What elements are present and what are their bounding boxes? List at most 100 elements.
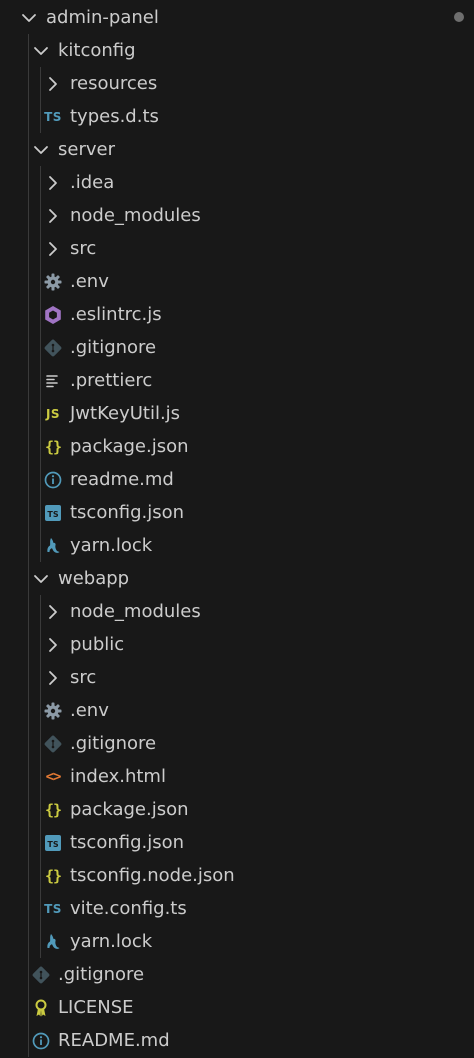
file-tsconfig-node-json[interactable]: {} tsconfig.node.json [0, 859, 474, 892]
indent-guide [28, 463, 29, 496]
indent-guide [28, 265, 29, 298]
indent-guide [28, 727, 29, 760]
folder-label: src [70, 667, 97, 688]
file-gitignore[interactable]: .gitignore [0, 958, 474, 991]
file-label: README.md [58, 1030, 170, 1051]
indent-guide [28, 100, 29, 133]
file-gitignore[interactable]: .gitignore [0, 727, 474, 760]
folder-label: resources [70, 73, 158, 94]
file-gitignore[interactable]: .gitignore [0, 331, 474, 364]
indent-guide [40, 199, 41, 232]
file-readme-md[interactable]: readme.md [0, 463, 474, 496]
folder-kitconfig[interactable]: kitconfig [0, 34, 474, 67]
folder-label: admin-panel [46, 7, 159, 28]
html-icon: <> [45, 768, 62, 785]
folder-idea[interactable]: .idea [0, 166, 474, 199]
yarn-icon [42, 535, 64, 557]
folder-webapp[interactable]: webapp [0, 562, 474, 595]
folder-src[interactable]: src [0, 661, 474, 694]
git-icon [42, 733, 64, 755]
tsconfig-icon: TS [42, 832, 64, 854]
folder-server[interactable]: server [0, 133, 474, 166]
file-label: readme.md [70, 469, 174, 490]
file-label: vite.config.ts [70, 898, 187, 919]
chevron-right-icon[interactable] [42, 73, 64, 95]
svg-text:TS: TS [47, 510, 58, 519]
indent-guide [40, 67, 41, 100]
license-icon [30, 997, 52, 1019]
javascript-icon: JS [45, 406, 61, 421]
indent-guide [28, 793, 29, 826]
chevron-down-icon[interactable] [30, 40, 52, 62]
file-env[interactable]: .env [0, 265, 474, 298]
indent-guide [40, 859, 41, 892]
file-tsconfig-json[interactable]: TS tsconfig.json [0, 826, 474, 859]
indent-guide [28, 496, 29, 529]
folder-admin-panel[interactable]: admin-panel [0, 1, 474, 34]
folder-node-modules[interactable]: node_modules [0, 595, 474, 628]
chevron-right-icon[interactable] [42, 634, 64, 656]
indent-guide [28, 34, 29, 67]
file-readme-md[interactable]: README.md [0, 1024, 474, 1057]
file-label: .gitignore [70, 337, 157, 358]
indent-guide [28, 166, 29, 199]
indent-guide [40, 529, 41, 562]
file-package-json[interactable]: {} package.json [0, 430, 474, 463]
file-label: package.json [70, 436, 189, 457]
chevron-down-icon[interactable] [30, 568, 52, 590]
indent-guide [28, 199, 29, 232]
file-jwtkeyutil-js[interactable]: JS JwtKeyUtil.js [0, 397, 474, 430]
file-yarn-lock[interactable]: yarn.lock [0, 529, 474, 562]
folder-src[interactable]: src [0, 232, 474, 265]
file-label: .gitignore [58, 964, 145, 985]
folder-public[interactable]: public [0, 628, 474, 661]
gear-icon [42, 271, 64, 293]
folder-resources[interactable]: resources [0, 67, 474, 100]
chevron-right-icon[interactable] [42, 667, 64, 689]
indent-guide [40, 892, 41, 925]
indent-guide [28, 232, 29, 265]
file-package-json[interactable]: {} package.json [0, 793, 474, 826]
chevron-right-icon[interactable] [42, 601, 64, 623]
chevron-down-icon[interactable] [18, 7, 40, 29]
indent-guide [28, 67, 29, 100]
indent-guide [40, 628, 41, 661]
folder-label: webapp [58, 568, 130, 589]
folder-label: public [70, 634, 125, 655]
indent-guide [40, 496, 41, 529]
indent-guide [28, 529, 29, 562]
indent-guide [40, 727, 41, 760]
indent-guide [40, 694, 41, 727]
indent-guide [28, 694, 29, 727]
file-prettierc[interactable]: .prettierc [0, 364, 474, 397]
folder-node-modules[interactable]: node_modules [0, 199, 474, 232]
indent-guide [40, 397, 41, 430]
chevron-right-icon[interactable] [42, 172, 64, 194]
file-yarn-lock[interactable]: yarn.lock [0, 925, 474, 958]
chevron-down-icon[interactable] [30, 139, 52, 161]
indent-guide [28, 1024, 29, 1057]
indent-guide [40, 430, 41, 463]
indent-guide [40, 265, 41, 298]
file-eslintrc-js[interactable]: .eslintrc.js [0, 298, 474, 331]
chevron-right-icon[interactable] [42, 205, 64, 227]
indent-guide [40, 760, 41, 793]
json-icon: {} [44, 437, 62, 456]
indent-guide [28, 364, 29, 397]
file-label: yarn.lock [70, 931, 153, 952]
file-label: .gitignore [70, 733, 157, 754]
info-icon [30, 1030, 52, 1052]
file-types-d-ts[interactable]: TS types.d.ts [0, 100, 474, 133]
file-tsconfig-json[interactable]: TS tsconfig.json [0, 496, 474, 529]
typescript-icon: TS [44, 109, 62, 124]
indent-guide [28, 991, 29, 1024]
file-vite-config-ts[interactable]: TS vite.config.ts [0, 892, 474, 925]
indent-guide [28, 958, 29, 991]
file-label: tsconfig.node.json [70, 865, 235, 886]
file-license[interactable]: LICENSE [0, 991, 474, 1024]
chevron-right-icon[interactable] [42, 238, 64, 260]
file-env[interactable]: .env [0, 694, 474, 727]
file-index-html[interactable]: <> index.html [0, 760, 474, 793]
folder-label: node_modules [70, 601, 201, 622]
indent-guide [40, 331, 41, 364]
